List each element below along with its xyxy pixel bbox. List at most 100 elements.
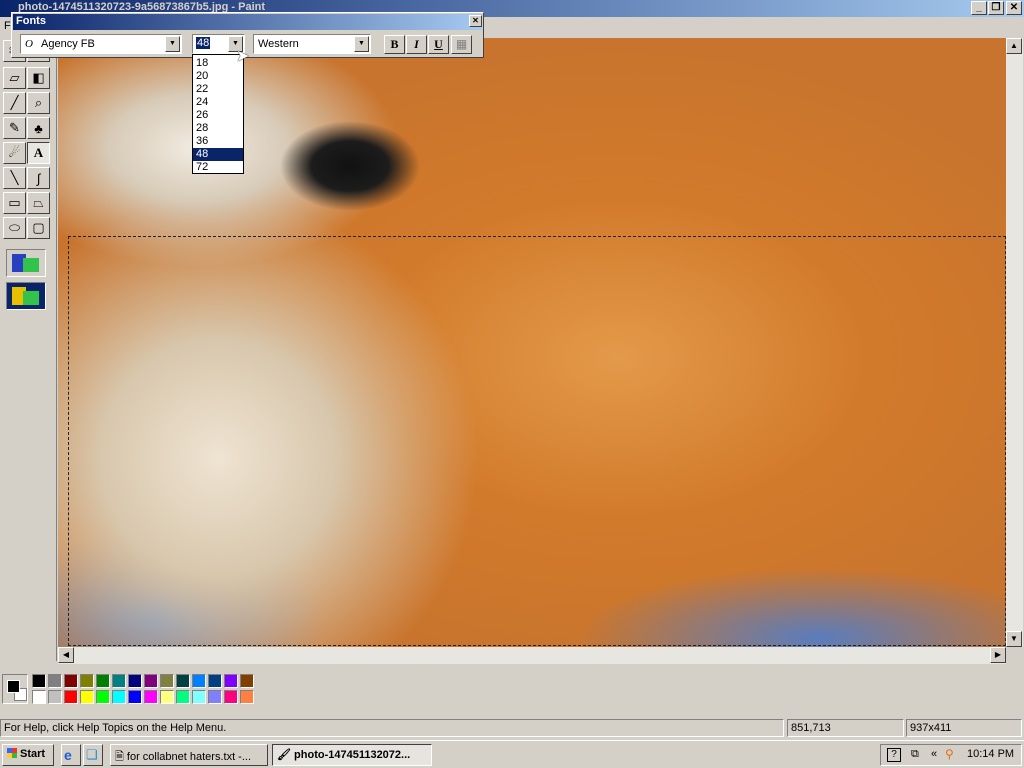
eraser-icon[interactable]: ▱ (3, 67, 26, 89)
palette-swatch[interactable] (176, 690, 190, 704)
brush-icon[interactable]: ♣ (27, 117, 50, 139)
palette-swatch[interactable] (160, 674, 174, 688)
palette-swatch[interactable] (32, 674, 46, 688)
task-paint-label: photo-147451132072... (294, 749, 411, 761)
magnifier-icon[interactable]: ⌕ (27, 92, 50, 114)
horizontal-scrollbar[interactable]: ◀ ▶ (58, 647, 1006, 664)
palette-swatch[interactable] (32, 690, 46, 704)
italic-button[interactable]: I (406, 35, 427, 54)
palette-swatch[interactable] (192, 674, 206, 688)
airbrush-icon[interactable]: ☄ (3, 142, 26, 164)
font-size-option[interactable]: 26 (193, 109, 243, 122)
palette-swatch[interactable] (208, 674, 222, 688)
font-name-combo[interactable]: O Agency FB ▼ (20, 34, 182, 54)
palette-swatch[interactable] (240, 690, 254, 704)
font-script-value: Western (258, 38, 299, 50)
restore-button[interactable]: ❐ (988, 1, 1004, 15)
palette-swatch[interactable] (192, 690, 206, 704)
task-paint[interactable]: 🖌 photo-147451132072... (272, 744, 432, 766)
start-button[interactable]: Start (2, 744, 54, 766)
network-icon[interactable]: ⧉ (911, 748, 919, 761)
fonts-close-button[interactable]: ✕ (469, 15, 482, 27)
font-size-option[interactable]: 24 (193, 96, 243, 109)
palette-swatch[interactable] (48, 690, 62, 704)
scroll-up-icon[interactable]: ▲ (1006, 38, 1022, 54)
color-picker-icon[interactable]: ╱ (3, 92, 26, 114)
font-size-option[interactable]: 22 (193, 83, 243, 96)
palette-swatch[interactable] (96, 690, 110, 704)
palette-swatch[interactable] (96, 674, 110, 688)
palette-swatch[interactable] (64, 674, 78, 688)
font-name-value: Agency FB (41, 38, 95, 50)
status-bar: For Help, click Help Topics on the Help … (0, 717, 1024, 739)
opentype-font-icon: O (25, 38, 33, 50)
menu-file[interactable]: F (4, 20, 11, 32)
text-icon[interactable]: A (27, 142, 50, 164)
explorer-icon[interactable]: ❏ (83, 744, 103, 766)
palette-swatch[interactable] (112, 674, 126, 688)
font-script-combo[interactable]: Western ▼ (253, 34, 371, 54)
rectangle-icon[interactable]: ▭ (3, 192, 26, 214)
minimize-button[interactable]: _ (971, 1, 987, 15)
palette-swatch[interactable] (112, 690, 126, 704)
font-size-option[interactable]: 48 (193, 148, 243, 161)
bold-button[interactable]: B (384, 35, 405, 54)
chevron-down-icon[interactable]: ▼ (354, 36, 369, 52)
mouse-cursor-icon: ➤ (236, 48, 250, 65)
foreground-color-swatch[interactable] (7, 680, 20, 693)
current-colors (2, 674, 28, 704)
status-help-text: For Help, click Help Topics on the Help … (0, 719, 784, 737)
notepad-icon: 🗎 (115, 751, 127, 763)
tray-expand-icon[interactable]: « (931, 748, 937, 760)
fonts-title-bar[interactable]: Fonts ✕ (13, 14, 482, 30)
palette-swatch[interactable] (80, 690, 94, 704)
system-tray: ? ⧉ « ⚲ 10:14 PM (880, 744, 1022, 766)
clock[interactable]: 10:14 PM (967, 748, 1014, 760)
palette-swatch[interactable] (224, 690, 238, 704)
palette-swatch[interactable] (128, 674, 142, 688)
palette-swatch[interactable] (160, 690, 174, 704)
internet-explorer-icon[interactable]: e (61, 744, 81, 766)
scroll-down-icon[interactable]: ▼ (1006, 631, 1022, 647)
text-transparent-option[interactable] (6, 282, 46, 310)
search-icon[interactable]: ⚲ (945, 747, 954, 761)
curve-icon[interactable]: ∫ (27, 167, 50, 189)
palette-swatch[interactable] (48, 674, 62, 688)
fonts-title: Fonts (16, 15, 46, 27)
palette-swatch[interactable] (224, 674, 238, 688)
palette-swatch[interactable] (208, 690, 222, 704)
close-button[interactable]: ✕ (1006, 1, 1022, 15)
palette-swatch[interactable] (176, 674, 190, 688)
vertical-scrollbar[interactable]: ▲ ▼ (1006, 38, 1023, 647)
rounded-rect-icon[interactable]: ▢ (27, 217, 50, 239)
palette-swatch[interactable] (144, 690, 158, 704)
font-size-dropdown-list[interactable]: 18 20 22 24 26 28 36 48 72 (192, 54, 244, 174)
palette-swatch[interactable] (80, 674, 94, 688)
text-selection-box[interactable] (68, 236, 1006, 646)
font-size-option[interactable]: 20 (193, 70, 243, 83)
task-notepad[interactable]: 🗎 for collabnet haters.txt -... (110, 744, 268, 766)
line-icon[interactable]: ╲ (3, 167, 26, 189)
font-size-value: 48 (196, 37, 211, 49)
underline-button[interactable]: U (428, 35, 449, 54)
font-size-option[interactable]: 36 (193, 135, 243, 148)
taskbar: Start e ❏ 🗎 for collabnet haters.txt -..… (0, 740, 1024, 768)
status-coordinates: 851,713 (787, 719, 904, 737)
pencil-icon[interactable]: ✎ (3, 117, 26, 139)
scroll-left-icon[interactable]: ◀ (58, 647, 74, 663)
chevron-down-icon[interactable]: ▼ (165, 36, 180, 52)
font-size-option[interactable]: 28 (193, 122, 243, 135)
vertical-text-button[interactable]: ▦ (451, 35, 472, 54)
polygon-icon[interactable]: ⏢ (27, 192, 50, 214)
fill-bucket-icon[interactable]: ◧ (27, 67, 50, 89)
font-size-option[interactable]: 72 (193, 161, 243, 174)
scroll-right-icon[interactable]: ▶ (990, 647, 1006, 663)
palette-swatch[interactable] (240, 674, 254, 688)
palette-swatch[interactable] (64, 690, 78, 704)
windows-logo-icon (7, 748, 17, 758)
help-icon[interactable]: ? (887, 748, 901, 762)
text-opaque-option[interactable] (6, 249, 46, 277)
ellipse-icon[interactable]: ⬭ (3, 217, 26, 239)
palette-swatch[interactable] (128, 690, 142, 704)
palette-swatch[interactable] (144, 674, 158, 688)
